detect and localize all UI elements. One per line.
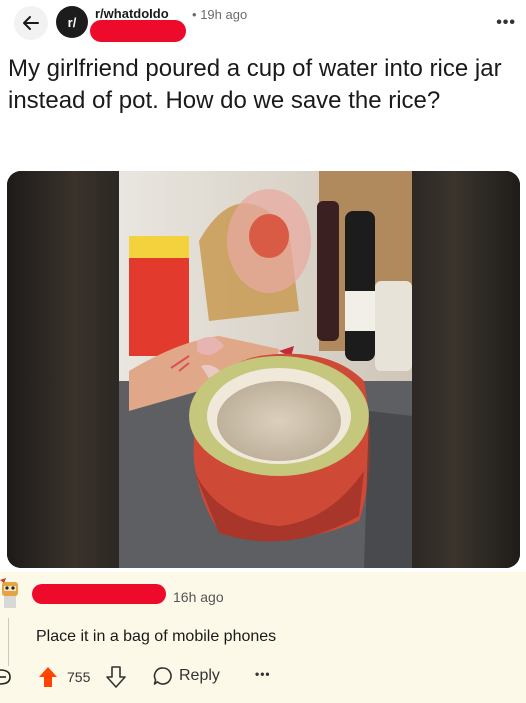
thread-line[interactable]: [8, 618, 9, 666]
reply-label: Reply: [179, 667, 220, 684]
redacted-commenter: [32, 584, 166, 604]
comment-actions: 755 Reply •••: [0, 666, 526, 690]
downvote-icon[interactable]: [106, 666, 126, 688]
comment: 16h ago Place it in a bag of mobile phon…: [0, 572, 526, 703]
collapse-thread-icon[interactable]: [0, 668, 12, 686]
comment-bubble-icon: [153, 667, 172, 685]
post-header: r/ r/whatdoIdo • 19h ago •••: [0, 0, 526, 46]
upvote-icon[interactable]: [38, 666, 58, 688]
comment-time: 16h ago: [173, 589, 224, 605]
rice-jar-photo: [119, 171, 412, 568]
post-title: My girlfriend poured a cup of water into…: [8, 55, 502, 114]
more-options-button[interactable]: •••: [496, 14, 516, 32]
image-blur-left: [7, 171, 119, 568]
comment-text: Place it in a bag of mobile phones: [36, 628, 277, 645]
avatar[interactable]: [0, 578, 22, 612]
subreddit-icon[interactable]: r/: [56, 6, 88, 38]
comment-more-button[interactable]: •••: [255, 667, 271, 681]
arrow-left-icon: [23, 16, 39, 30]
reply-button[interactable]: Reply: [153, 666, 220, 686]
post-time: • 19h ago: [192, 7, 248, 22]
redacted-username: [90, 20, 186, 42]
subreddit-name[interactable]: r/whatdoIdo: [95, 6, 169, 21]
back-button[interactable]: [14, 6, 48, 40]
image-blur-right: [410, 171, 520, 568]
vote-count: 755: [67, 669, 91, 685]
post-image[interactable]: [7, 171, 520, 568]
